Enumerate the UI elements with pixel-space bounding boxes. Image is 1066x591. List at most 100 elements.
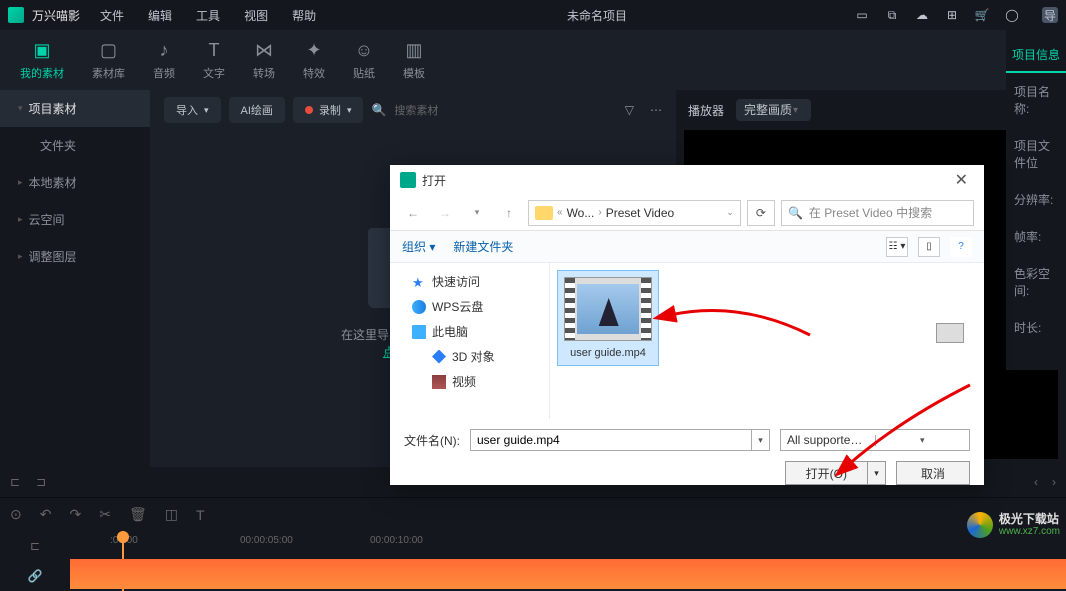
cart-icon[interactable]: 🛒 bbox=[974, 7, 990, 23]
sticker-icon: ☺ bbox=[353, 39, 375, 61]
track-lock-icon[interactable]: ⊏ bbox=[0, 531, 70, 561]
cancel-button[interactable]: 取消 bbox=[896, 461, 970, 485]
open-button[interactable]: 打开(O) bbox=[786, 462, 867, 484]
tree-wps-cloud[interactable]: WPS云盘 bbox=[390, 294, 549, 319]
search-icon[interactable]: 🔍 bbox=[371, 103, 386, 117]
file-open-dialog: 打开 ✕ ← → ▾ ↑ « Wo... › Preset Video ⌄ ⟳ … bbox=[390, 165, 984, 485]
close-button[interactable]: ✕ bbox=[949, 170, 974, 190]
chevron-down-icon[interactable]: ⌄ bbox=[726, 207, 734, 218]
nav-history-icon[interactable]: ▾ bbox=[464, 200, 490, 226]
tree-3d-objects[interactable]: 3D 对象 bbox=[390, 344, 549, 369]
organize-button[interactable]: 组织 ▾ bbox=[402, 238, 435, 255]
account-icon[interactable]: ◯ bbox=[1004, 7, 1020, 23]
search-icon: 🔍 bbox=[788, 206, 803, 220]
layout-icon[interactable]: ⧉ bbox=[884, 7, 900, 23]
next-item-icon[interactable]: ⊐ bbox=[36, 475, 46, 489]
tree-quick-access[interactable]: ★快速访问 bbox=[390, 269, 549, 294]
ai-draw-button[interactable]: AI绘画 bbox=[229, 97, 285, 123]
page-prev-icon[interactable]: ‹ bbox=[1034, 475, 1038, 489]
help-icon[interactable]: ? bbox=[950, 237, 972, 257]
text-tool-icon[interactable]: T bbox=[196, 507, 205, 523]
timeline-ruler[interactable]: :00:00 00:00:05:00 00:00:10:00 bbox=[70, 531, 1066, 591]
media-toolbar: 导入▾ AI绘画 录制▾ 🔍 搜索素材 ▽ ⋯ bbox=[150, 90, 676, 130]
tool-audio[interactable]: ♪音频 bbox=[153, 39, 175, 81]
tool-templates[interactable]: ▥模板 bbox=[403, 39, 425, 81]
chevron-right-icon: › bbox=[598, 207, 601, 218]
dialog-filename-row: 文件名(N): ▾ All supported files(*.MP4;*.FI… bbox=[390, 419, 984, 461]
tool-effects[interactable]: ✦特效 bbox=[303, 39, 325, 81]
preview-thumbnail bbox=[936, 323, 964, 343]
dialog-file-list[interactable]: user guide.mp4 bbox=[550, 263, 984, 419]
filename-input[interactable] bbox=[471, 430, 751, 450]
breadcrumb-part2[interactable]: Preset Video bbox=[606, 206, 675, 220]
search-placeholder: 在 Preset Video 中搜索 bbox=[809, 204, 932, 221]
export-button[interactable]: 导 bbox=[1042, 7, 1058, 23]
tool-stickers[interactable]: ☺贴纸 bbox=[353, 39, 375, 81]
filter-icon[interactable]: ▽ bbox=[625, 103, 634, 117]
transition-icon: ⋈ bbox=[253, 39, 275, 61]
top-toolbar: ▣我的素材 ▢素材库 ♪音频 T文字 ⋈转场 ✦特效 ☺贴纸 ▥模板 bbox=[0, 30, 1066, 90]
view-mode-icon[interactable]: ☷ ▾ bbox=[886, 237, 908, 257]
refresh-icon[interactable]: ⟳ bbox=[747, 200, 775, 226]
sidebar-item-folder[interactable]: 文件夹 bbox=[0, 127, 150, 164]
tree-this-pc[interactable]: 此电脑 bbox=[390, 319, 549, 344]
import-button[interactable]: 导入▾ bbox=[164, 97, 221, 123]
tree-videos[interactable]: 视频 bbox=[390, 369, 549, 394]
menu-edit[interactable]: 编辑 bbox=[148, 7, 172, 24]
cloud-icon[interactable]: ☁ bbox=[914, 7, 930, 23]
star-icon: ★ bbox=[412, 275, 426, 289]
tool-select-icon[interactable]: ⊙ bbox=[10, 506, 22, 523]
nav-forward-icon[interactable]: → bbox=[432, 200, 458, 226]
cube-icon bbox=[432, 350, 446, 364]
filename-label: 文件名(N): bbox=[404, 432, 460, 449]
dialog-body: ★快速访问 WPS云盘 此电脑 3D 对象 视频 user guide.mp4 bbox=[390, 263, 984, 419]
tool-transition[interactable]: ⋈转场 bbox=[253, 39, 275, 81]
tool-text[interactable]: T文字 bbox=[203, 39, 225, 81]
sidebar-item-project-media[interactable]: ▾项目素材 bbox=[0, 90, 150, 127]
sidebar-item-local-media[interactable]: ▸本地素材 bbox=[0, 164, 150, 201]
chevron-down-icon[interactable]: ▾ bbox=[875, 435, 970, 446]
dialog-nav-tree: ★快速访问 WPS云盘 此电脑 3D 对象 视频 bbox=[390, 263, 550, 419]
menu-view[interactable]: 视图 bbox=[244, 7, 268, 24]
menu-file[interactable]: 文件 bbox=[100, 7, 124, 24]
new-folder-button[interactable]: 新建文件夹 bbox=[453, 238, 513, 255]
page-next-icon[interactable]: › bbox=[1052, 475, 1056, 489]
chevron-down-icon: ▾ bbox=[793, 105, 798, 116]
sidebar-item-adjust-layer[interactable]: ▸调整图层 bbox=[0, 238, 150, 275]
file-item-user-guide[interactable]: user guide.mp4 bbox=[558, 271, 658, 365]
file-type-filter[interactable]: All supported files(*.MP4;*.FI ▾ bbox=[780, 429, 970, 451]
track-link-icon[interactable]: 🔗 bbox=[0, 561, 70, 591]
dialog-search-box[interactable]: 🔍 在 Preset Video 中搜索 bbox=[781, 200, 974, 226]
nav-back-icon[interactable]: ← bbox=[400, 200, 426, 226]
media-icon: ▣ bbox=[31, 39, 53, 61]
delete-icon[interactable]: 🗑 bbox=[129, 506, 147, 523]
chevron-down-icon[interactable]: ▾ bbox=[751, 430, 769, 450]
breadcrumb-part1[interactable]: Wo... bbox=[567, 206, 595, 220]
tool-my-media[interactable]: ▣我的素材 bbox=[20, 39, 64, 81]
timeline-media-clip[interactable] bbox=[70, 559, 1066, 589]
record-button[interactable]: 录制▾ bbox=[293, 97, 364, 123]
sparkle-icon: ✦ bbox=[303, 39, 325, 61]
menu-tools[interactable]: 工具 bbox=[196, 7, 220, 24]
nav-up-icon[interactable]: ↑ bbox=[496, 200, 522, 226]
quality-select[interactable]: 完整画质 bbox=[736, 99, 811, 121]
prev-item-icon[interactable]: ⊏ bbox=[10, 475, 20, 489]
open-dropdown-icon[interactable]: ▾ bbox=[867, 462, 885, 484]
redo-icon[interactable]: ↷ bbox=[69, 506, 81, 523]
grid-apps-icon[interactable]: ⊞ bbox=[944, 7, 960, 23]
crop-icon[interactable]: ◫ bbox=[165, 506, 178, 523]
cut-icon[interactable]: ✂ bbox=[99, 506, 111, 523]
undo-icon[interactable]: ↶ bbox=[40, 506, 52, 523]
search-placeholder[interactable]: 搜索素材 bbox=[394, 102, 608, 118]
tool-stock[interactable]: ▢素材库 bbox=[92, 39, 125, 81]
titlebar-right-icons: ▭ ⧉ ☁ ⊞ 🛒 ◯ 导 bbox=[854, 7, 1058, 23]
info-tab-project[interactable]: 项目信息 bbox=[1006, 38, 1066, 73]
chevron-down-icon: ▾ bbox=[204, 105, 209, 116]
menu-help[interactable]: 帮助 bbox=[292, 7, 316, 24]
breadcrumb-bar[interactable]: « Wo... › Preset Video ⌄ bbox=[528, 200, 741, 226]
sidebar-item-cloud[interactable]: ▸云空间 bbox=[0, 201, 150, 238]
save-icon[interactable]: ▭ bbox=[854, 7, 870, 23]
filename-combobox[interactable]: ▾ bbox=[470, 429, 770, 451]
more-icon[interactable]: ⋯ bbox=[650, 103, 662, 117]
preview-pane-icon[interactable]: ▯ bbox=[918, 237, 940, 257]
